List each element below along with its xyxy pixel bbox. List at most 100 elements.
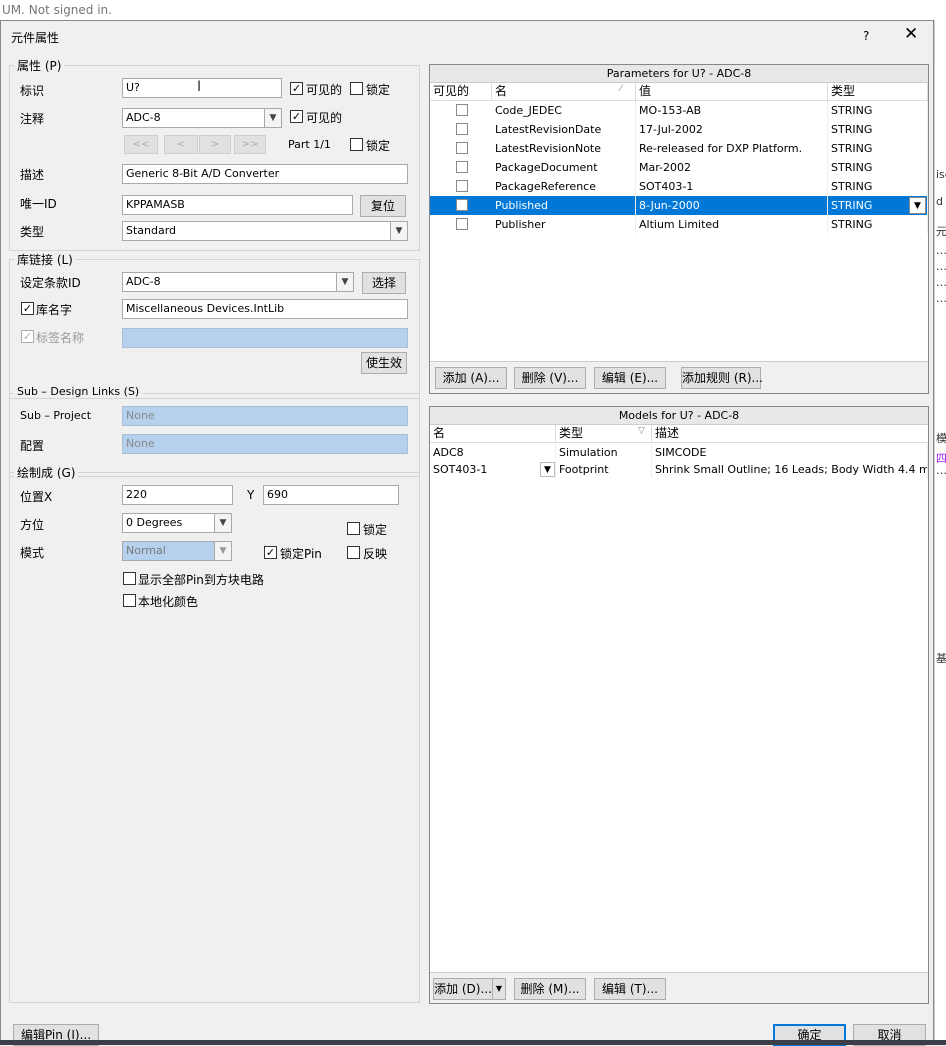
edit-parameter-button[interactable]: 编辑 (E)... <box>594 367 666 389</box>
local-colors-checkbox[interactable] <box>123 594 136 607</box>
comment-select[interactable]: ADC-8 ▼ <box>122 108 282 128</box>
orientation-select[interactable]: 0 Degrees ▼ <box>122 513 232 533</box>
type-label: 类型 <box>20 225 45 239</box>
type-select[interactable]: Standard ▼ <box>122 221 408 241</box>
location-x-input[interactable]: 220 <box>122 485 233 505</box>
models-header-description[interactable]: 描述 <box>652 425 928 443</box>
designator-visible-checkbox[interactable]: ✓ <box>290 82 303 95</box>
parameters-header-visible[interactable]: 可见的 <box>430 83 492 101</box>
background-fragment: … <box>936 464 946 477</box>
parameter-name: PackageDocument <box>492 158 636 177</box>
parameter-name: LatestRevisionNote <box>492 139 636 158</box>
background-fragment: 模式 <box>936 432 946 445</box>
add-parameter-button[interactable]: 添加 (A)... <box>435 367 507 389</box>
background-window-title: UM. Not signed in. <box>0 0 946 20</box>
chevron-down-icon[interactable]: ▼ <box>492 978 506 1000</box>
help-button[interactable]: ? <box>863 29 869 43</box>
taskbar-edge <box>0 1040 946 1045</box>
background-fragment: …端 <box>936 276 946 289</box>
orientation-label: 方位 <box>20 518 45 532</box>
unique-id-input[interactable]: KPPAMASB <box>122 195 353 215</box>
comment-visible-checkbox[interactable]: ✓ <box>290 110 303 123</box>
first-part-button[interactable]: << <box>124 135 158 154</box>
chevron-down-icon[interactable]: ▼ <box>540 462 555 477</box>
parameters-header-name[interactable]: 名 <box>492 83 636 101</box>
library-name-checkbox[interactable]: ✓ <box>21 302 34 315</box>
parameters-rows: Code_JEDEC MO-153-AB STRING LatestRevisionD… <box>430 101 928 241</box>
description-input[interactable]: Generic 8-Bit A/D Converter <box>122 164 408 184</box>
component-properties-dialog: 元件属性 ? ✕ 属性 (P) 标识 U? I ✓ 可见的 锁定 注释 ADC-… <box>0 20 934 1046</box>
parameter-row[interactable]: PackageDocument Mar-2002 STRING <box>430 158 928 177</box>
chevron-down-icon: ▼ <box>264 109 281 127</box>
parameter-visible-checkbox[interactable] <box>456 180 468 192</box>
orientation-value: 0 Degrees <box>126 516 183 529</box>
parameter-name: Code_JEDEC <box>492 101 636 120</box>
table-name-checkbox[interactable]: ✓ <box>21 330 34 343</box>
parameters-header-value[interactable]: 值 <box>636 83 828 101</box>
show-all-pins-checkbox[interactable] <box>123 572 136 585</box>
model-row[interactable]: ADC8 Simulation SIMCODE <box>430 444 928 461</box>
background-window-edge: isc d 元件 …器 …源 …端 …基 模式 四 … 基地 <box>934 20 946 1045</box>
remove-parameter-button[interactable]: 删除 (V)... <box>514 367 586 389</box>
parameter-visible-checkbox[interactable] <box>456 104 468 116</box>
next-part-button[interactable]: > <box>199 135 231 154</box>
parameter-value: MO-153-AB <box>636 101 828 120</box>
library-name-input[interactable]: Miscellaneous Devices.IntLib <box>122 299 408 319</box>
table-name-label: 标签名称 <box>36 331 85 345</box>
comment-value: ADC-8 <box>126 111 161 124</box>
mode-label: 模式 <box>20 546 45 560</box>
parameter-value: 8-Jun-2000 <box>636 196 828 215</box>
parameter-row[interactable]: LatestRevisionDate 17-Jul-2002 STRING <box>430 120 928 139</box>
model-description: SIMCODE <box>652 444 928 461</box>
parameter-visible-checkbox[interactable] <box>456 199 468 211</box>
background-fragment: …基 <box>936 292 946 305</box>
mode-select: Normal ▼ <box>122 541 232 561</box>
reset-button[interactable]: 复位 <box>360 195 406 217</box>
apply-button[interactable]: 使生效 <box>361 352 407 374</box>
parameter-row[interactable]: LatestRevisionNote Re-released for DXP Pl… <box>430 139 928 158</box>
add-rule-button[interactable]: 添加规则 (R)... <box>681 367 763 389</box>
dialog-title: 元件属性 <box>11 31 60 45</box>
parameter-visible-checkbox[interactable] <box>456 123 468 135</box>
parameter-row[interactable]: PackageReference SOT403-1 STRING <box>430 177 928 196</box>
sub-design-legend: Sub – Design Links (S) <box>14 385 143 398</box>
library-name-label: 库名字 <box>36 303 73 317</box>
location-y-input[interactable]: 690 <box>263 485 399 505</box>
part-lock-checkbox[interactable] <box>350 138 363 151</box>
parameter-type: STRING <box>828 139 928 158</box>
designator-label: 标识 <box>20 84 45 98</box>
edit-model-button[interactable]: 编辑 (T)... <box>594 978 666 1000</box>
local-colors-label: 本地化颜色 <box>138 595 199 609</box>
chevron-down-icon[interactable]: ▼ <box>909 197 926 214</box>
choose-button[interactable]: 选择 <box>362 272 406 294</box>
filter-icon: ▽ <box>638 426 645 436</box>
parameter-visible-checkbox[interactable] <box>456 218 468 230</box>
parameter-row[interactable]: Publisher Altium Limited STRING <box>430 215 928 234</box>
add-model-button[interactable]: 添加 (D)... <box>433 978 493 1000</box>
models-header-name[interactable]: 名 <box>430 425 556 443</box>
model-row[interactable]: SOT403-1 ▼ Footprint Shrink Small Outlin… <box>430 461 928 478</box>
designator-lock-checkbox[interactable] <box>350 82 363 95</box>
parameter-visible-checkbox[interactable] <box>456 161 468 173</box>
graphical-lock-checkbox[interactable] <box>347 522 360 535</box>
remove-model-button[interactable]: 删除 (M)... <box>514 978 586 1000</box>
parameter-row[interactable]: Code_JEDEC MO-153-AB STRING <box>430 101 928 120</box>
design-item-value: ADC-8 <box>126 275 161 288</box>
model-type: Footprint <box>556 461 652 478</box>
designator-input[interactable]: U? <box>122 78 282 98</box>
design-item-select[interactable]: ADC-8 ▼ <box>122 272 354 292</box>
close-icon[interactable]: ✕ <box>904 24 918 44</box>
previous-part-button[interactable]: < <box>164 135 198 154</box>
model-name: SOT403-1 <box>430 461 556 478</box>
configuration-input: None <box>122 434 408 454</box>
location-x-label: 位置X <box>20 490 53 504</box>
parameter-visible-checkbox[interactable] <box>456 142 468 154</box>
models-panel: Models for U? - ADC-8 名 类型 ▽ 描述 ADC8 Sim… <box>429 406 929 1004</box>
unique-id-label: 唯一ID <box>20 197 57 211</box>
lock-pins-checkbox[interactable]: ✓ <box>264 546 277 559</box>
mirrored-checkbox[interactable] <box>347 546 360 559</box>
last-part-button[interactable]: >> <box>234 135 266 154</box>
parameter-row[interactable]: Published 8-Jun-2000 STRING ▼ <box>430 196 928 215</box>
model-description: Shrink Small Outline; 16 Leads; Body Wid… <box>652 461 928 478</box>
parameters-header-type[interactable]: 类型 <box>828 83 928 101</box>
